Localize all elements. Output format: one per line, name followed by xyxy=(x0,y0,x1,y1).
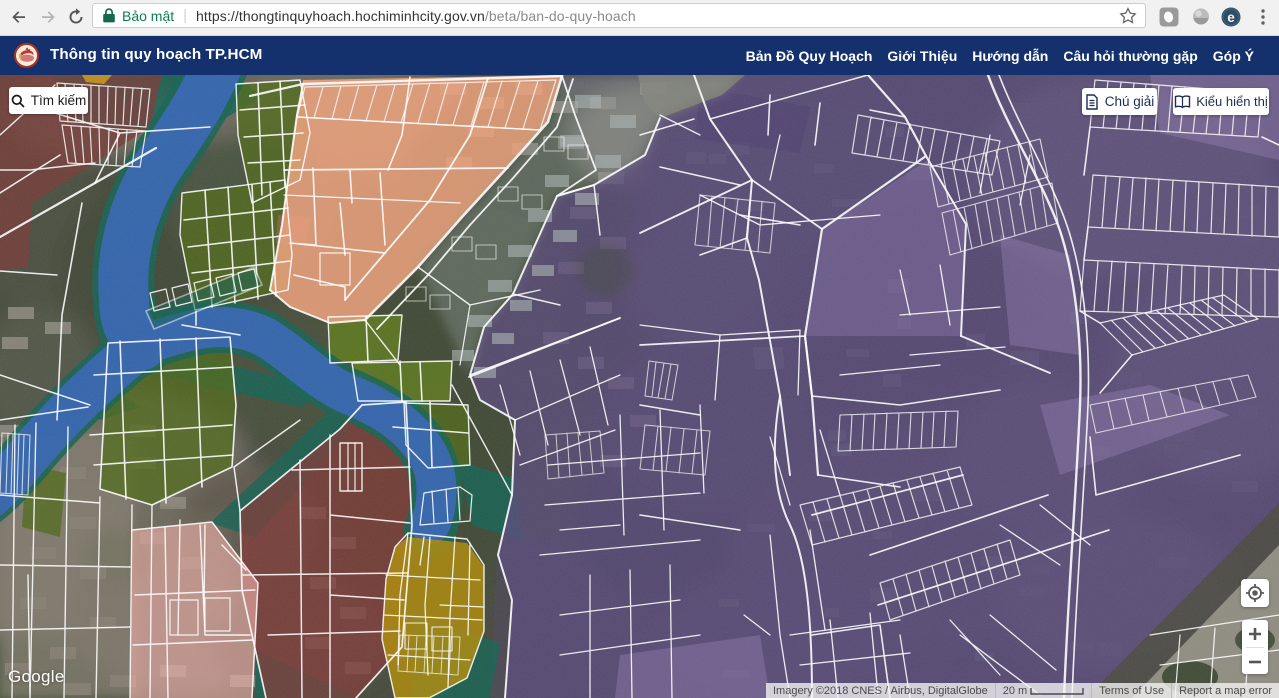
svg-text:e: e xyxy=(1227,10,1235,25)
